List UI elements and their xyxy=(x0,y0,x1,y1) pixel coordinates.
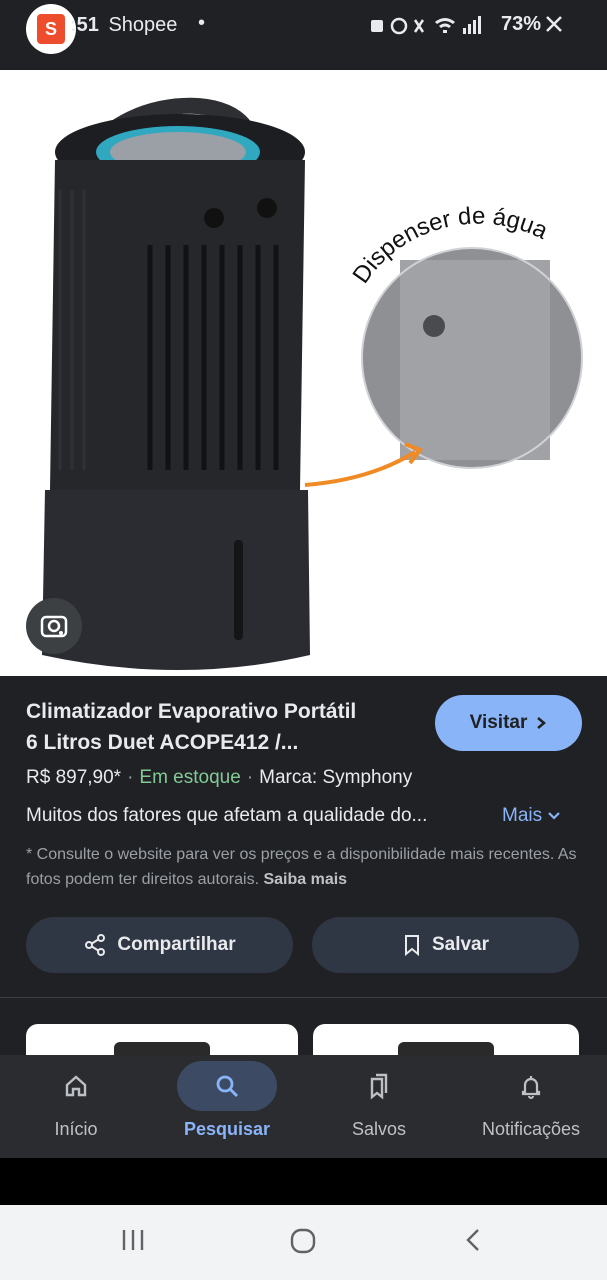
product-info: Climatizador Evaporativo Portátil 6 Litr… xyxy=(0,676,607,1064)
status-bar: S :51 Shopee • 73% xyxy=(0,0,607,70)
bell-icon xyxy=(521,1076,541,1099)
share-button[interactable]: Compartilhar xyxy=(26,917,293,973)
alarm-icon xyxy=(390,17,408,35)
recents-icon xyxy=(122,1230,144,1250)
status-app-name: Shopee xyxy=(108,14,178,36)
product-photo: Dispenser de água xyxy=(42,97,583,670)
notification-dot: • xyxy=(198,12,206,34)
product-image[interactable]: Dispenser de água xyxy=(0,70,607,676)
bookmark-icon xyxy=(404,935,419,956)
home-icon xyxy=(65,1075,87,1097)
screen-gap xyxy=(0,1158,607,1205)
status-icons xyxy=(369,12,489,41)
divider xyxy=(0,997,607,998)
recents-button[interactable] xyxy=(120,1227,146,1258)
save-label: Salvar xyxy=(431,934,490,955)
bottom-navigation: Início Pesquisar Salvos Notificações xyxy=(0,1055,607,1158)
lock-icon xyxy=(371,20,383,32)
product-meta: R$ 897,90* · Em estoque · Marca: Symphony xyxy=(26,767,413,788)
save-button[interactable]: Salvar xyxy=(312,917,579,973)
nav-notifications-label: Notificações xyxy=(481,1119,581,1139)
nav-search-label: Pesquisar xyxy=(183,1119,271,1139)
product-description: Muitos dos fatores que afetam a qualidad… xyxy=(26,805,428,826)
stock-status: Em estoque xyxy=(139,767,241,788)
shopee-app-icon: S xyxy=(26,4,76,54)
disclaimer: * Consulte o website para ver os preços … xyxy=(26,846,577,888)
signal-icon xyxy=(463,28,466,34)
lens-icon xyxy=(40,615,68,638)
back-icon xyxy=(466,1229,479,1251)
search-icon xyxy=(216,1075,239,1098)
nav-home-label: Início xyxy=(54,1119,98,1139)
nav-home[interactable]: Início xyxy=(26,1055,126,1158)
shopee-bag-icon: S xyxy=(37,14,65,44)
product-brand: Marca: Symphony xyxy=(259,767,413,788)
system-navigation-bar xyxy=(0,1205,607,1280)
learn-more-link[interactable]: Saiba mais xyxy=(263,871,347,888)
status-time: :51 Shopee xyxy=(70,14,178,36)
nav-search[interactable]: Pesquisar xyxy=(177,1055,277,1158)
nav-notifications[interactable]: Notificações xyxy=(470,1055,592,1158)
product-price: R$ 897,90* xyxy=(26,767,122,788)
visit-button[interactable]: Visitar xyxy=(435,695,582,751)
nav-saved[interactable]: Salvos xyxy=(329,1055,429,1158)
chevron-right-icon xyxy=(537,717,547,729)
share-icon xyxy=(85,934,106,956)
chevron-down-icon xyxy=(548,812,561,820)
battery-level: 73% xyxy=(501,13,542,35)
visit-label: Visitar xyxy=(469,712,528,733)
product-title[interactable]: Climatizador Evaporativo Portátil 6 Litr… xyxy=(26,696,426,758)
lens-button[interactable] xyxy=(26,598,82,654)
back-button[interactable] xyxy=(462,1227,484,1258)
home-button[interactable] xyxy=(289,1227,317,1260)
nav-saved-label: Salvos xyxy=(351,1119,407,1139)
mute-icon xyxy=(413,19,425,33)
wifi-icon xyxy=(435,18,455,33)
home-circle-icon xyxy=(290,1228,316,1254)
more-link[interactable]: Mais xyxy=(502,805,561,827)
share-label: Compartilhar xyxy=(117,934,236,955)
saved-icon xyxy=(370,1073,388,1100)
close-icon[interactable] xyxy=(544,14,564,39)
